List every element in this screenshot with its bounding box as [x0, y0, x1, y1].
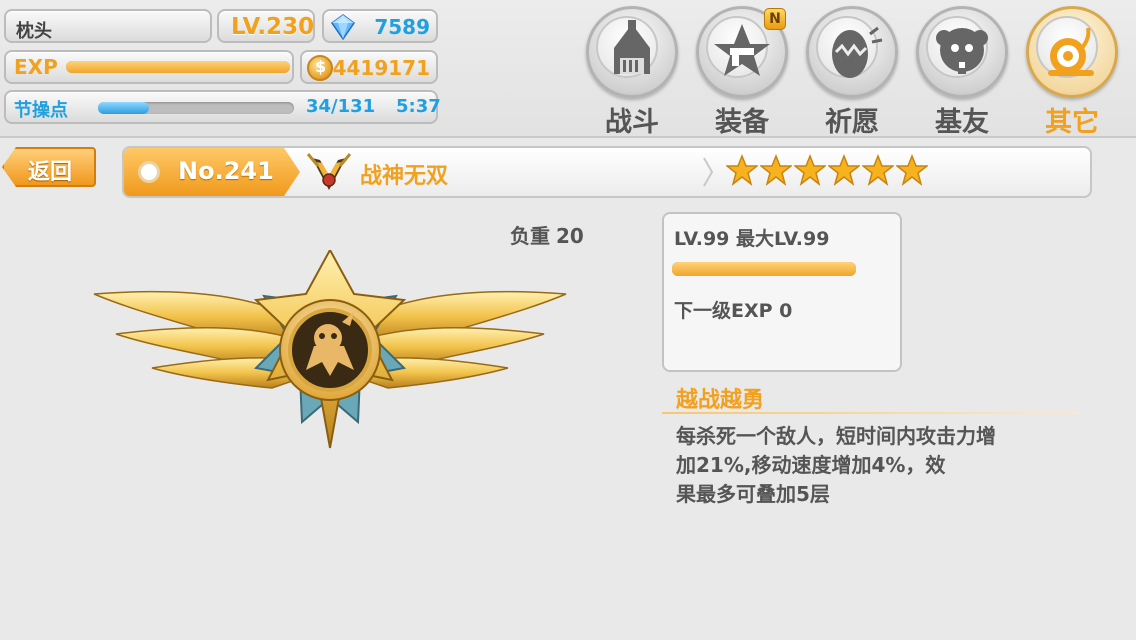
rarity-stars	[726, 154, 928, 188]
exp-box: EXP	[4, 50, 294, 84]
nav-battle-label: 战斗	[605, 107, 659, 138]
level-bar-fill	[672, 262, 856, 276]
player-name-box: 枕头	[4, 9, 212, 43]
weight-value: 20	[556, 224, 584, 248]
winged-emblem-icon	[306, 153, 352, 190]
nav-wish-button[interactable]: 祈愿	[804, 6, 900, 138]
gold-counter[interactable]: $ 4419171	[300, 50, 438, 84]
skill-desc-line: 每杀死一个敌人，短时间内攻击力增	[676, 424, 996, 448]
stamina-bar-fill	[98, 102, 149, 114]
exp-bar-fill	[66, 61, 290, 73]
player-name: 枕头	[16, 21, 52, 42]
star-icon	[896, 154, 928, 186]
gem-count: 7589	[374, 15, 430, 39]
card-name: 战神无双	[360, 164, 449, 189]
friend-face-icon	[936, 28, 988, 74]
weight-info: 负重 20	[510, 220, 590, 249]
level-text: LV.99 最大LV.99	[674, 228, 830, 250]
weight-label: 负重	[510, 224, 550, 248]
diamond-icon	[330, 14, 356, 40]
exp-bar	[66, 61, 290, 73]
stamina-label: 节操点	[14, 100, 68, 121]
stamina-count: 34/131	[306, 96, 376, 117]
gem-counter[interactable]: 7589	[322, 9, 438, 43]
skill-divider	[662, 412, 1080, 414]
cracked-egg-icon	[832, 26, 883, 78]
stamina-box: 节操点 34/131 5:37	[4, 90, 441, 124]
star-icon	[828, 154, 860, 186]
next-level-exp: 下一级EXP 0	[674, 300, 793, 322]
radio-dot-icon	[138, 161, 160, 183]
nav-other-label: 其它	[1045, 107, 1099, 138]
level-bar	[672, 262, 856, 276]
stamina-timer: 5:37	[396, 96, 441, 117]
nav-wish-label: 祈愿	[825, 107, 879, 138]
player-level: LV.230	[231, 14, 315, 40]
gold-coin-icon: $	[307, 55, 333, 81]
player-level-box: LV.230	[217, 9, 315, 43]
nav-friends-label: 基友	[935, 107, 989, 138]
stamina-bar	[98, 102, 294, 114]
nav-friends-button[interactable]: 基友	[914, 6, 1010, 138]
star-icon	[726, 154, 758, 186]
nav-battle-button[interactable]: 战斗	[584, 6, 680, 138]
gold-count: 4419171	[332, 56, 430, 80]
back-label: 返回	[28, 160, 73, 185]
card-number: No.241	[178, 157, 274, 185]
snail-icon	[1048, 27, 1094, 76]
exp-label: EXP	[14, 55, 58, 79]
star-icon	[862, 154, 894, 186]
nav-equipment-label: 装备	[715, 107, 769, 138]
new-badge: N	[764, 8, 786, 30]
skill-desc-line: 果最多可叠加5层	[676, 482, 830, 506]
star-icon	[760, 154, 792, 186]
church-icon	[614, 20, 650, 74]
skill-description: 每杀死一个敌人，短时间内攻击力增 加21%,移动速度增加4%，效 果最多可叠加5…	[676, 422, 1096, 509]
skill-desc-line: 加21%,移动速度增加4%，效	[676, 453, 946, 477]
star-icon	[794, 154, 826, 186]
nav-other-button[interactable]: 其它	[1024, 6, 1120, 138]
level-panel: LV.99 最大LV.99 下一级EXP 0	[662, 212, 902, 372]
back-button[interactable]: 返回	[2, 147, 96, 187]
chevron-right-icon	[703, 157, 714, 187]
card-number-tag: No.241	[124, 148, 300, 196]
skill-name: 越战越勇	[676, 388, 765, 413]
medal-badge-image	[93, 250, 567, 449]
nav-equipment-button[interactable]: N 装备	[694, 6, 790, 138]
